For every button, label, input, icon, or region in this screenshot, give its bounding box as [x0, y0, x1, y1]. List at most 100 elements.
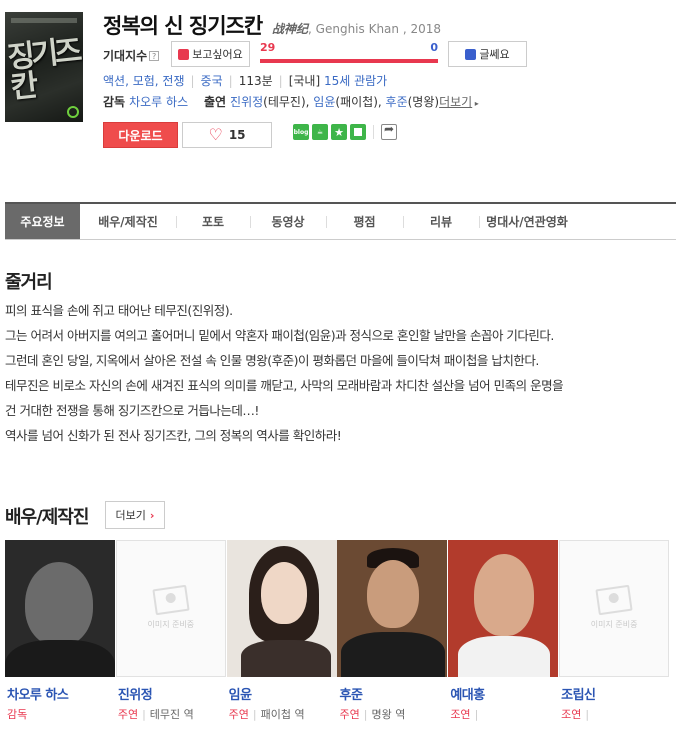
genre-links[interactable]: 액션, 모험, 전쟁 — [103, 74, 185, 88]
person-photo[interactable] — [337, 540, 448, 677]
placeholder-text: 이미지 준비중 — [147, 620, 195, 629]
thumbs-up-icon — [178, 48, 190, 60]
title-row: 정복의 신 징기즈칸 战神纪, Genghis Khan , 2018 — [103, 10, 441, 40]
person-role: 조연 | — [450, 708, 479, 721]
image-placeholder-icon — [152, 584, 190, 616]
meh-button[interactable]: 글쎄요 — [448, 41, 527, 67]
tab-quotes-related[interactable]: 명대사/연관영화 — [479, 204, 575, 239]
person-role: 주연 | 테무진 역 — [117, 708, 194, 721]
person-photo[interactable] — [448, 540, 559, 677]
person-name[interactable]: 후준 — [339, 684, 362, 703]
cast-card[interactable]: 차오루 하스 감독 — [5, 540, 116, 740]
meh-count: 0 — [430, 41, 438, 54]
cast-link-3[interactable]: 후준 — [386, 95, 408, 109]
like-count: 15 — [228, 128, 246, 142]
want-count: 29 — [260, 41, 276, 54]
movie-subtitle: 战神纪, Genghis Khan , 2018 — [272, 22, 441, 36]
person-name[interactable]: 차오루 하스 — [7, 684, 69, 703]
country-link[interactable]: 중국 — [201, 74, 223, 88]
cast-card[interactable]: 이미지 준비중 조립신 조연 | — [559, 540, 670, 740]
expect-gauge: 29 0 — [260, 41, 438, 67]
synopsis-text: 피의 표식을 손에 쥐고 태어난 테무진(진위정). 그는 어려서 아버지를 여… — [5, 298, 675, 448]
runtime: 113분 — [238, 74, 273, 88]
share-out-icon[interactable] — [381, 122, 397, 140]
tab-rating[interactable]: 평점 — [326, 204, 403, 239]
chevron-right-icon: ▸ — [472, 99, 479, 108]
expect-index-row: 기대지수? 보고싶어요 29 0 글쎄요 — [103, 41, 533, 67]
blog-share-icon[interactable]: blog — [293, 124, 309, 140]
cast-more-button[interactable]: 더보기 › — [105, 501, 165, 529]
cast-more-label: 더보기 — [115, 509, 146, 522]
cast-link-1[interactable]: 진위정 — [230, 95, 263, 109]
cafe-share-icon[interactable]: ☕ — [312, 124, 328, 140]
like-button[interactable]: ♡ 15 — [182, 122, 272, 148]
meh-label: 글쎄요 — [479, 48, 510, 61]
director-label: 감독 — [103, 95, 126, 109]
gauge-bar — [260, 59, 438, 63]
cast-role-1: (테무진), — [263, 95, 310, 109]
cast-card[interactable]: 후준 주연 | 명왕 역 — [337, 540, 448, 740]
expect-index-label: 기대지수? — [103, 47, 160, 64]
person-role: 주연 | 명왕 역 — [339, 708, 406, 721]
synopsis-title: 줄거리 — [5, 272, 53, 293]
tab-photo[interactable]: 포토 — [176, 204, 250, 239]
help-icon[interactable]: ? — [149, 51, 160, 61]
cast-section-title: 배우/제작진 — [5, 507, 89, 528]
person-photo-placeholder[interactable]: 이미지 준비중 — [115, 540, 226, 677]
synopsis-line: 테무진은 비로소 자신의 손에 새겨진 표식의 의미를 깨닫고, 사막의 모래바… — [5, 378, 564, 393]
tab-review[interactable]: 리뷰 — [403, 204, 479, 239]
heart-icon: ♡ — [208, 125, 223, 144]
original-title: 战神纪 — [272, 22, 309, 36]
poster-top-band — [11, 18, 77, 23]
cast-label: 출연 — [203, 95, 227, 109]
cast-role-3: (명왕) — [407, 95, 440, 109]
person-role: 조연 | — [561, 708, 590, 721]
synopsis-line: 그는 어려서 아버지를 여의고 홀어머니 밑에서 약혼자 패이첩(임윤)과 정식… — [5, 328, 554, 343]
cast-list: 차오루 하스 감독 이미지 준비중 진위정 주연 | 테무진 역 임윤 주연 | 패이첩… — [5, 540, 670, 740]
bookmark-star-icon[interactable]: ★ — [331, 124, 347, 140]
cast-link-2[interactable]: 임윤 — [313, 95, 335, 109]
tab-bar: 주요정보 배우/제작진 포토 동영상 평점 리뷰 명대사/연관영화 — [5, 202, 676, 240]
download-button[interactable]: 다운로드 — [103, 122, 178, 148]
action-row: 다운로드 ♡ 15 blog ☕ ★ — [103, 122, 413, 148]
magnify-icon — [67, 106, 79, 118]
synopsis-line: 그런데 혼인 당일, 지옥에서 살아온 전설 속 인물 명왕(후준)이 평화롭던… — [5, 353, 539, 368]
cast-role-2: (패이첩), — [335, 95, 382, 109]
want-to-see-button[interactable]: 보고싶어요 — [171, 41, 250, 67]
cast-card[interactable]: 이미지 준비중 진위정 주연 | 테무진 역 — [115, 540, 227, 740]
want-to-see-label: 보고싶어요 — [192, 48, 243, 61]
rating-link[interactable]: 15세 관람가 — [324, 74, 387, 88]
gauge-fill — [260, 59, 438, 63]
synopsis-line: 피의 표식을 손에 쥐고 태어난 테무진(진위정). — [5, 303, 233, 318]
person-name[interactable]: 조립신 — [561, 684, 596, 703]
person-photo[interactable] — [5, 540, 115, 677]
person-role: 감독 — [7, 708, 28, 721]
tab-video[interactable]: 동영상 — [250, 204, 326, 239]
thumbs-down-icon — [465, 48, 477, 60]
poster-title-text: 징기즈칸 — [5, 33, 80, 106]
page-title: 정복의 신 징기즈칸 — [103, 14, 263, 38]
person-name[interactable]: 임윤 — [229, 684, 252, 703]
synopsis-line: 역사를 넘어 신화가 된 전사 징기즈칸, 그의 정복의 역사를 확인하라! — [5, 428, 342, 443]
person-photo[interactable] — [226, 540, 337, 677]
movie-info-row: 액션, 모험, 전쟁 | 중국 | 113분 | [국내] 15세 관람가 — [103, 74, 388, 88]
placeholder-text: 이미지 준비중 — [590, 620, 638, 629]
cast-card[interactable]: 예대홍 조연 | — [448, 540, 559, 740]
credits-more-link[interactable]: 더보기 — [439, 95, 472, 109]
rating-prefix: [국내] — [288, 74, 321, 88]
share-icons: blog ☕ ★ — [293, 122, 397, 140]
credits-row: 감독 차오루 하스 출연 진위정(테무진), 임윤(패이첩), 후준(명왕)더보기 … — [103, 93, 479, 110]
tab-cast-crew[interactable]: 배우/제작진 — [80, 204, 176, 239]
band-share-icon[interactable] — [350, 124, 366, 140]
person-name[interactable]: 진위정 — [118, 684, 153, 703]
image-placeholder-icon — [595, 584, 633, 616]
director-link[interactable]: 차오루 하스 — [129, 95, 188, 109]
person-photo-placeholder[interactable]: 이미지 준비중 — [559, 540, 670, 677]
person-role: 주연 | 패이첩 역 — [228, 708, 305, 721]
share-divider — [373, 125, 374, 139]
cast-card[interactable]: 임윤 주연 | 패이첩 역 — [226, 540, 338, 740]
synopsis-line: 건 거대한 전쟁을 통해 징기즈칸으로 거듭나는데…! — [5, 403, 259, 418]
person-name[interactable]: 예대홍 — [450, 684, 485, 703]
tab-main-info[interactable]: 주요정보 — [5, 204, 80, 239]
movie-poster[interactable]: 징기즈칸 — [5, 12, 83, 122]
